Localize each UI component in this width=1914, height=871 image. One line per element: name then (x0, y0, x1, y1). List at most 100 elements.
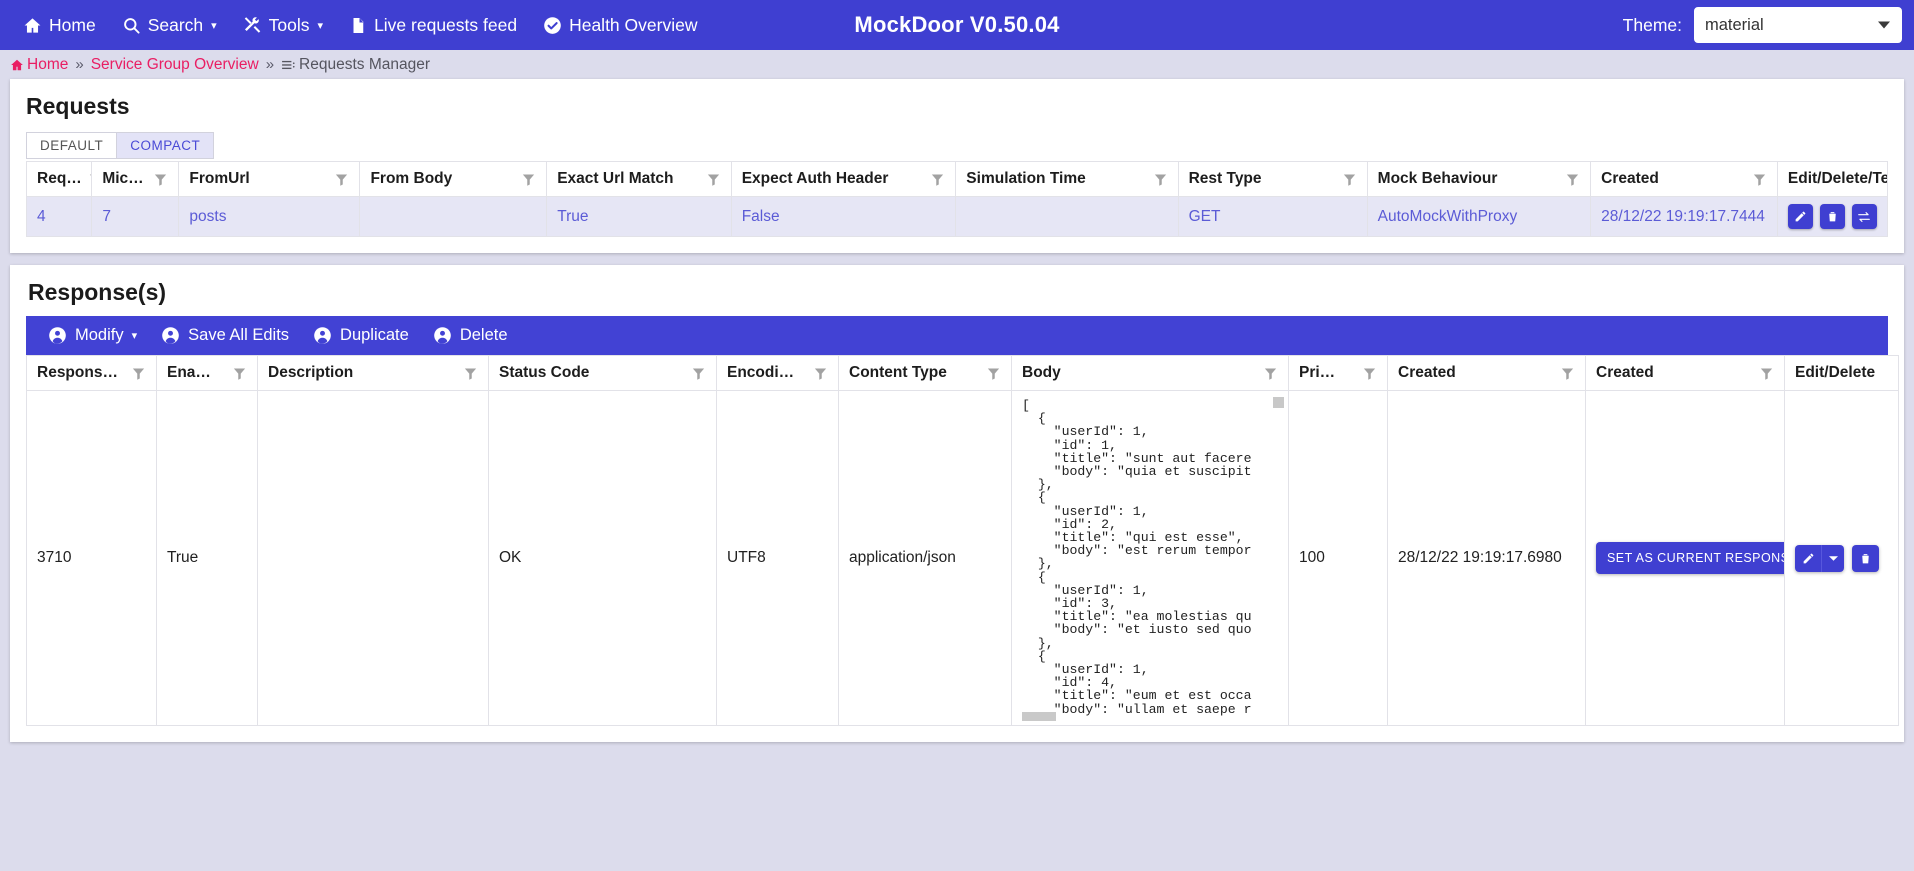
modify-menu-button[interactable]: Modify ▾ (36, 316, 149, 355)
user-icon (433, 326, 452, 345)
column-header-body[interactable]: Body (1011, 355, 1289, 391)
cell-simulation-time (955, 196, 1179, 237)
user-icon (48, 326, 67, 345)
nav-item-tools-label: Tools (268, 14, 310, 35)
responses-table-header-row: Respons… Ena… Description Status Code En… (26, 355, 1899, 391)
requests-table-header-row: Req… Mic… FromUrl From Body Exact Url Ma… (25, 161, 1889, 197)
column-header-from-url[interactable]: FromUrl (178, 161, 361, 197)
filter-icon (1567, 174, 1579, 186)
cell-microservice: 7 (91, 196, 180, 237)
cell-mock-behaviour: AutoMockWithProxy (1366, 196, 1592, 237)
duplicate-button[interactable]: Duplicate (301, 316, 421, 355)
user-icon (313, 326, 332, 345)
set-as-current-response-button[interactable]: SET AS CURRENT RESPONSE (1596, 542, 1784, 574)
responses-table: Respons… Ena… Description Status Code En… (26, 355, 1899, 726)
column-header-encoding[interactable]: Encodi… (716, 355, 839, 391)
save-all-edits-button[interactable]: Save All Edits (149, 316, 301, 355)
delete-button[interactable]: Delete (421, 316, 520, 355)
column-header-description[interactable]: Description (257, 355, 489, 391)
column-header-response-id[interactable]: Respons… (26, 355, 157, 391)
cell-created: 28/12/22 19:19:17.6980 (1387, 390, 1586, 726)
edit-response-button[interactable] (1795, 544, 1822, 572)
breadcrumb-home-label: Home (27, 55, 69, 73)
delete-response-button[interactable] (1852, 544, 1879, 572)
column-header-created[interactable]: Created (1590, 161, 1778, 197)
filter-icon (1753, 174, 1766, 186)
breadcrumb: Home » Service Group Overview » Requests… (0, 50, 1914, 79)
top-navbar: Home Search ▾ Tools ▾ Live requests feed… (0, 0, 1914, 50)
cell-rest-type: GET (1177, 196, 1368, 237)
responses-card: Response(s) Modify ▾ Save All Edits Dupl (10, 265, 1904, 742)
column-header-request-id[interactable]: Req… (25, 161, 93, 197)
column-header-created[interactable]: Created (1387, 355, 1586, 391)
check-circle-icon (543, 16, 562, 35)
nav-item-home-label: Home (49, 14, 96, 35)
column-header-expect-auth-header[interactable]: Expect Auth Header (730, 161, 957, 197)
table-row[interactable]: 3710 True OK UTF8 application/json [ { "… (26, 390, 1899, 726)
cell-content-type: application/json (838, 390, 1012, 726)
delete-icon (1859, 552, 1872, 565)
nav-item-search[interactable]: Search ▾ (109, 0, 230, 50)
filter-icon (1363, 368, 1376, 380)
filter-icon (707, 174, 719, 186)
column-header-enabled[interactable]: Ena… (156, 355, 258, 391)
cell-description (257, 390, 489, 726)
delete-icon (1826, 210, 1839, 223)
theme-label: Theme: (1622, 14, 1682, 35)
nav-item-search-label: Search (147, 14, 204, 35)
body-horizontal-scrollbar[interactable] (1022, 712, 1056, 721)
chevron-down-icon: ▾ (131, 330, 138, 342)
menu-list-icon (281, 58, 296, 72)
cell-created: 28/12/22 19:19:17.7444 (1590, 196, 1778, 237)
theme-select[interactable]: material (1694, 7, 1902, 43)
nav-item-live-requests-feed[interactable]: Live requests feed (336, 0, 530, 50)
cell-enabled: True (156, 390, 258, 726)
cell-response-id: 3710 (26, 390, 157, 726)
edit-response-split-button (1795, 544, 1844, 572)
chevron-down-icon: ▾ (211, 19, 217, 32)
delete-request-button[interactable] (1819, 204, 1845, 229)
nav-item-home[interactable]: Home (10, 0, 109, 50)
column-header-edit-delete: Edit/Delete (1784, 355, 1899, 391)
cell-status-code: OK (488, 390, 717, 726)
column-header-rest-type[interactable]: Rest Type (1177, 161, 1368, 197)
filter-icon (1561, 368, 1574, 380)
dropdown-icon (1828, 555, 1838, 562)
breadcrumb-current: Requests Manager (281, 56, 430, 74)
column-header-content-type[interactable]: Content Type (838, 355, 1012, 391)
filter-icon (1343, 174, 1355, 186)
user-icon (161, 326, 180, 345)
column-header-simulation-time[interactable]: Simulation Time (955, 161, 1179, 197)
edit-request-button[interactable] (1787, 204, 1813, 229)
test-request-button[interactable] (1851, 204, 1877, 229)
nav-item-health-overview[interactable]: Health Overview (530, 0, 710, 50)
breadcrumb-home[interactable]: Home (10, 56, 68, 74)
nav-item-tools[interactable]: Tools ▾ (230, 0, 336, 50)
edit-icon (1794, 210, 1807, 223)
column-header-from-body[interactable]: From Body (359, 161, 548, 197)
filter-icon (464, 368, 477, 380)
tab-compact[interactable]: COMPACT (117, 132, 215, 159)
column-header-edit-delete-test: Edit/Delete/Test (1776, 161, 1889, 197)
column-header-microservice[interactable]: Mic… (91, 161, 180, 197)
breadcrumb-service-group-overview[interactable]: Service Group Overview (91, 56, 259, 74)
table-row[interactable]: 4 7 posts True False GET AutoMockWithPro… (25, 196, 1889, 237)
cell-encoding: UTF8 (716, 390, 839, 726)
body-json-viewer[interactable]: [ { "userId": 1, "id": 1, "title": "sunt… (1013, 392, 1288, 725)
cell-request-actions (1776, 196, 1889, 237)
column-header-created-secondary[interactable]: Created (1585, 355, 1785, 391)
filter-icon (1760, 368, 1773, 380)
filter-icon (336, 174, 348, 186)
nav-item-live-requests-feed-label: Live requests feed (374, 14, 518, 35)
column-header-mock-behaviour[interactable]: Mock Behaviour (1366, 161, 1592, 197)
body-vertical-scrollbar[interactable] (1273, 397, 1284, 408)
edit-response-dropdown-button[interactable] (1822, 544, 1844, 572)
chevron-down-icon: ▾ (317, 19, 324, 32)
cell-from-body (359, 196, 548, 237)
save-all-edits-label: Save All Edits (188, 326, 290, 344)
column-header-priority[interactable]: Pri… (1288, 355, 1388, 391)
tab-default[interactable]: DEFAULT (26, 132, 118, 159)
column-header-exact-url-match[interactable]: Exact Url Match (546, 161, 732, 197)
theme-select-value: material (1705, 15, 1764, 34)
column-header-status-code[interactable]: Status Code (488, 355, 717, 391)
